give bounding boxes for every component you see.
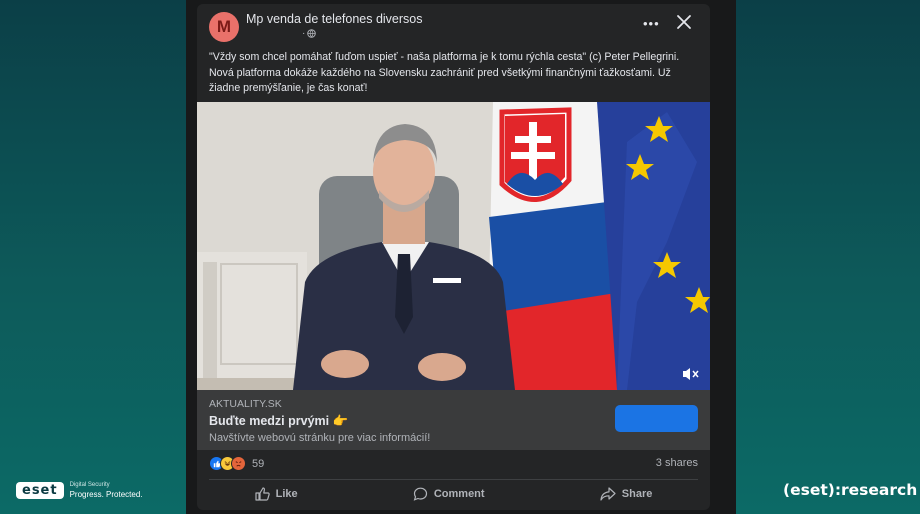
page-avatar[interactable]: M bbox=[209, 12, 239, 42]
reaction-count: 59 bbox=[252, 457, 265, 470]
eset-tagline-main: Progress. Protected. bbox=[69, 490, 143, 499]
like-icon bbox=[255, 487, 270, 501]
more-options-button[interactable]: ••• bbox=[643, 16, 660, 31]
share-button[interactable]: Share bbox=[590, 484, 663, 504]
share-label: Share bbox=[621, 488, 653, 500]
eset-logo: eset Digital Security Progress. Protecte… bbox=[16, 480, 143, 500]
angry-reaction-icon bbox=[231, 456, 246, 471]
shares-count[interactable]: 3 shares bbox=[656, 457, 698, 469]
like-label: Like bbox=[275, 488, 298, 500]
background-left bbox=[0, 0, 186, 514]
comment-icon bbox=[413, 487, 427, 501]
link-domain: AKTUALITY.SK bbox=[209, 398, 282, 410]
cta-button[interactable] bbox=[615, 405, 698, 432]
post-text: "Vždy som chcel pomáhať ľuďom uspieť - n… bbox=[209, 50, 701, 97]
video-frame bbox=[197, 102, 710, 390]
close-button[interactable] bbox=[675, 13, 693, 31]
divider bbox=[209, 479, 698, 480]
page-name[interactable]: Mp venda de telefones diversos bbox=[246, 12, 423, 26]
like-button[interactable]: Like bbox=[245, 484, 308, 504]
link-preview[interactable]: AKTUALITY.SK Buďte medzi prvými 👉 Navští… bbox=[197, 390, 710, 450]
link-description: Navštívte webovú stránku pre viac inform… bbox=[209, 432, 431, 444]
eset-wordmark: eset bbox=[16, 481, 64, 499]
post-text-line-3: žiadne premýšľanie, je čas konať! bbox=[209, 82, 368, 94]
mute-icon[interactable] bbox=[681, 366, 699, 382]
comment-label: Comment bbox=[433, 488, 485, 500]
post-meta: · bbox=[302, 28, 317, 39]
more-icon: ••• bbox=[643, 16, 660, 31]
eset-tagline: Digital Security Progress. Protected. bbox=[70, 480, 143, 500]
post-text-line-1: "Vždy som chcel pomáhať ľuďom uspieť - n… bbox=[209, 51, 680, 63]
meta-separator: · bbox=[302, 28, 306, 39]
post-text-line-2: Nová platforma dokáže každého na Slovens… bbox=[209, 66, 671, 79]
eset-research-label: (eset):research bbox=[783, 481, 918, 499]
reactions-summary[interactable]: 59 bbox=[209, 456, 264, 471]
link-title[interactable]: Buďte medzi prvými 👉 bbox=[209, 414, 348, 429]
close-icon bbox=[677, 15, 691, 29]
facebook-post-card: M Mp venda de telefones diversos · ••• "… bbox=[197, 4, 710, 510]
eset-tagline-small: Digital Security bbox=[69, 482, 110, 488]
comment-button[interactable]: Comment bbox=[403, 484, 495, 504]
background-right bbox=[736, 0, 920, 514]
post-actions: Like Comment Share bbox=[197, 484, 710, 504]
video-player[interactable] bbox=[197, 102, 710, 390]
share-icon bbox=[600, 487, 616, 501]
globe-icon bbox=[307, 29, 317, 38]
